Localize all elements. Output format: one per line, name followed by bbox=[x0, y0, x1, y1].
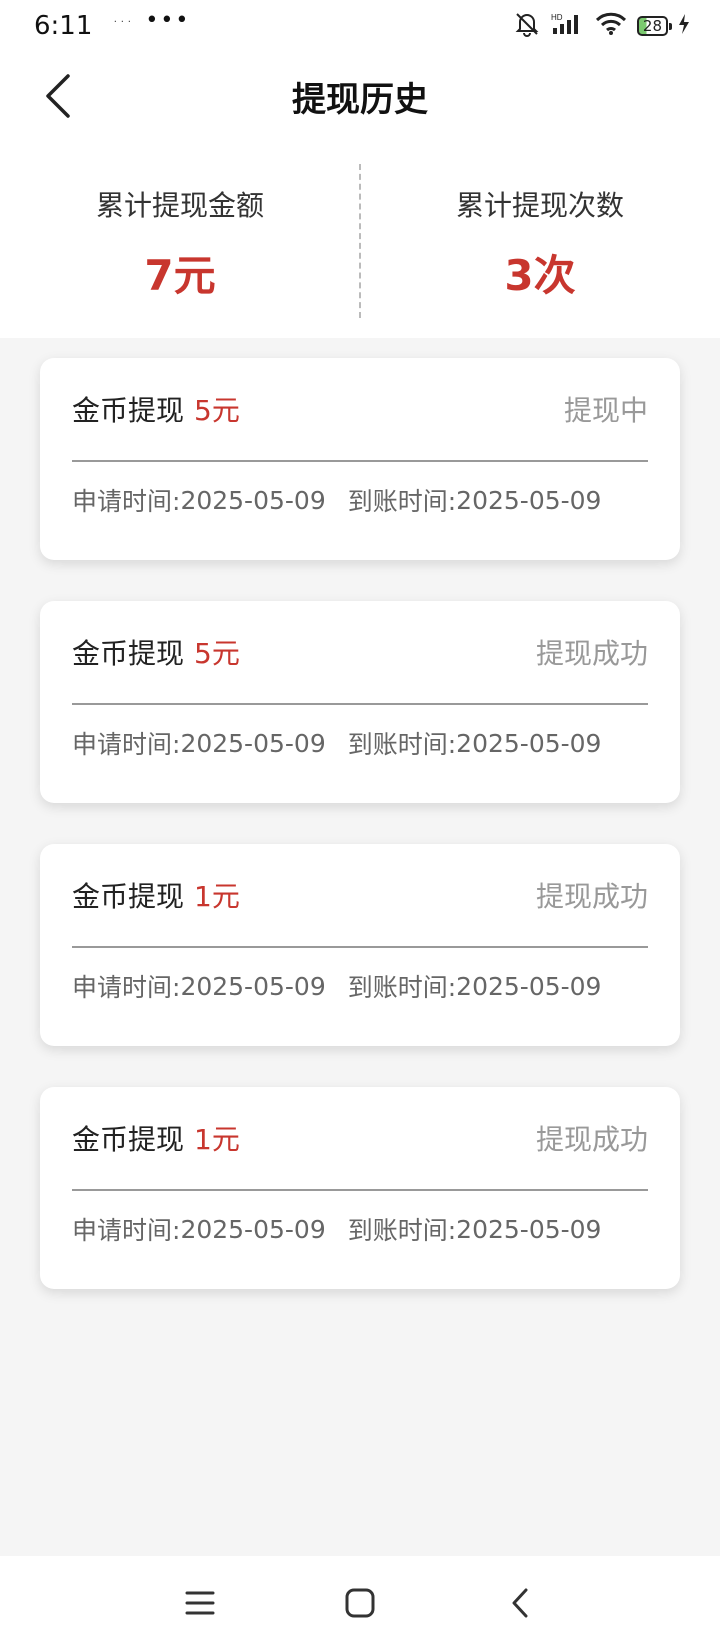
apply-time-label: 申请时间: bbox=[72, 730, 181, 759]
arrive-time-label: 到账时间: bbox=[347, 730, 457, 759]
arrive-time-value: 2025-05-09 bbox=[456, 485, 602, 515]
record-amount: 1元 bbox=[194, 1123, 240, 1156]
home-button[interactable] bbox=[330, 1573, 390, 1633]
record-title: 金币提现 bbox=[72, 1123, 185, 1156]
svg-text:HD: HD bbox=[551, 13, 563, 22]
status-time: 6:11 bbox=[34, 11, 93, 41]
record-status: 提现成功 bbox=[535, 1123, 648, 1156]
record-amount: 5元 bbox=[194, 394, 240, 427]
recent-apps-button[interactable] bbox=[170, 1573, 230, 1633]
record-title: 金币提现 bbox=[72, 880, 185, 913]
wifi-icon bbox=[595, 12, 627, 40]
home-square-icon bbox=[345, 1588, 375, 1618]
battery-icon: 28 bbox=[636, 16, 673, 36]
apply-time-value: 2025-05-09 bbox=[180, 728, 326, 758]
arrive-time-value: 2025-05-09 bbox=[456, 1214, 602, 1244]
apply-time-label: 申请时间: bbox=[72, 487, 181, 516]
status-notification-icon: ˙˙˙ bbox=[112, 19, 134, 33]
summary-count-label: 累计提现次数 bbox=[455, 189, 624, 222]
withdraw-record-card[interactable]: 金币提现 1元 提现成功 申请时间: 2025-05-09 到账时间: 2025… bbox=[40, 844, 680, 1046]
record-status: 提现中 bbox=[563, 394, 648, 427]
arrive-time-label: 到账时间: bbox=[347, 1216, 457, 1245]
nav-back-button[interactable] bbox=[490, 1573, 550, 1633]
app-header: 提现历史 bbox=[0, 52, 720, 140]
summary-count-value: 3次 bbox=[504, 251, 576, 300]
page-title: 提现历史 bbox=[292, 80, 428, 120]
record-title: 金币提现 bbox=[72, 637, 185, 670]
withdraw-summary: 累计提现金额 7元 累计提现次数 3次 bbox=[0, 140, 720, 338]
record-amount: 1元 bbox=[194, 880, 240, 913]
apply-time-label: 申请时间: bbox=[72, 1216, 181, 1245]
arrive-time-label: 到账时间: bbox=[347, 973, 457, 1002]
apply-time-value: 2025-05-09 bbox=[180, 971, 326, 1001]
arrive-time-value: 2025-05-09 bbox=[456, 728, 602, 758]
withdraw-record-card[interactable]: 金币提现 5元 提现中 申请时间: 2025-05-09 到账时间: 2025-… bbox=[40, 358, 680, 560]
system-nav-bar bbox=[0, 1556, 720, 1650]
apply-time-label: 申请时间: bbox=[72, 973, 181, 1002]
charging-icon bbox=[678, 14, 690, 38]
menu-icon bbox=[185, 1591, 215, 1615]
status-bar: 6:11 ˙˙˙ ••• HD 28 bbox=[0, 0, 720, 52]
summary-amount-label: 累计提现金额 bbox=[95, 189, 264, 222]
summary-amount-value: 7元 bbox=[144, 251, 216, 300]
record-amount: 5元 bbox=[194, 637, 240, 670]
record-title: 金币提现 bbox=[72, 394, 185, 427]
summary-total-count: 累计提现次数 3次 bbox=[360, 140, 720, 338]
summary-total-amount: 累计提现金额 7元 bbox=[0, 140, 360, 338]
signal-icon: HD bbox=[551, 12, 585, 40]
status-icons: HD 28 bbox=[513, 10, 690, 42]
bell-muted-icon bbox=[513, 10, 541, 42]
record-status: 提现成功 bbox=[535, 880, 648, 913]
apply-time-value: 2025-05-09 bbox=[180, 1214, 326, 1244]
withdraw-record-list: 金币提现 5元 提现中 申请时间: 2025-05-09 到账时间: 2025-… bbox=[40, 358, 680, 1330]
record-status: 提现成功 bbox=[535, 637, 648, 670]
apply-time-value: 2025-05-09 bbox=[180, 485, 326, 515]
arrive-time-value: 2025-05-09 bbox=[456, 971, 602, 1001]
withdraw-record-card[interactable]: 金币提现 5元 提现成功 申请时间: 2025-05-09 到账时间: 2025… bbox=[40, 601, 680, 803]
status-more-dots: ••• bbox=[145, 8, 191, 33]
withdraw-record-card[interactable]: 金币提现 1元 提现成功 申请时间: 2025-05-09 到账时间: 2025… bbox=[40, 1087, 680, 1289]
nav-back-icon bbox=[512, 1588, 528, 1618]
arrive-time-label: 到账时间: bbox=[347, 487, 457, 516]
summary-divider bbox=[359, 164, 361, 318]
